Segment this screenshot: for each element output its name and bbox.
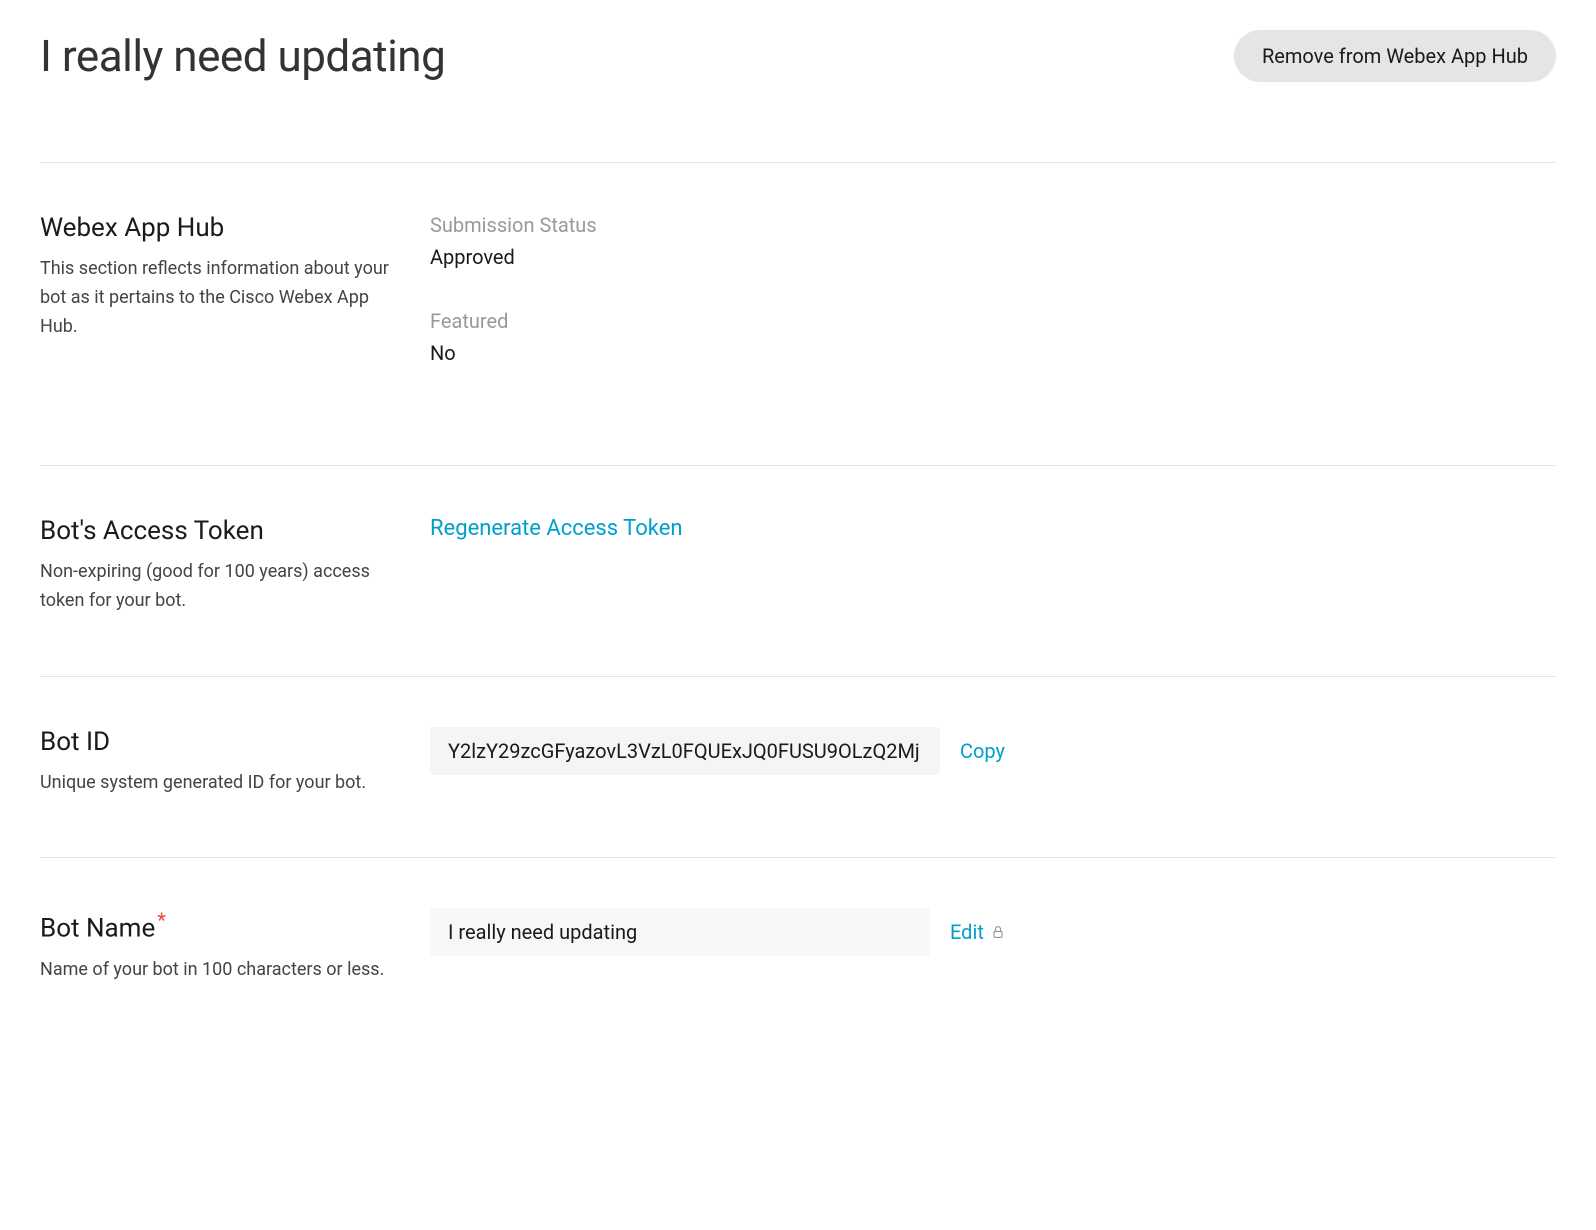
- section-right: I really need updating Edit: [430, 908, 1556, 984]
- bot-id-value: Y2lzY29zcGFyazovL3VzL0FQUExJQ0FUSU9OLzQ2…: [430, 727, 940, 775]
- featured-value: No: [430, 341, 1556, 365]
- section-desc-bot-name: Name of your bot in 100 characters or le…: [40, 956, 390, 985]
- section-bot-name: Bot Name* Name of your bot in 100 charac…: [40, 858, 1556, 1044]
- section-access-token: Bot's Access Token Non-expiring (good fo…: [40, 466, 1556, 676]
- page-title: I really need updating: [40, 30, 445, 82]
- section-left: Bot Name* Name of your bot in 100 charac…: [40, 908, 430, 984]
- section-left: Bot ID Unique system generated ID for yo…: [40, 727, 430, 798]
- section-right: Y2lzY29zcGFyazovL3VzL0FQUExJQ0FUSU9OLzQ2…: [430, 727, 1556, 798]
- page-header: I really need updating Remove from Webex…: [40, 30, 1556, 82]
- featured-label: Featured: [430, 309, 1556, 333]
- section-heading-access-token: Bot's Access Token: [40, 516, 390, 546]
- submission-status-label: Submission Status: [430, 213, 1556, 237]
- section-desc-access-token: Non-expiring (good for 100 years) access…: [40, 558, 390, 616]
- regenerate-access-token-link[interactable]: Regenerate Access Token: [430, 516, 683, 541]
- copy-bot-id-button[interactable]: Copy: [960, 739, 1005, 763]
- section-left: Webex App Hub This section reflects info…: [40, 213, 430, 405]
- edit-bot-name-button[interactable]: Edit: [950, 920, 1006, 944]
- remove-from-app-hub-button[interactable]: Remove from Webex App Hub: [1234, 30, 1556, 82]
- required-indicator: *: [157, 908, 166, 932]
- section-heading-bot-name: Bot Name*: [40, 908, 390, 944]
- section-desc-bot-id: Unique system generated ID for your bot.: [40, 769, 390, 798]
- submission-status-value: Approved: [430, 245, 1556, 269]
- section-heading-app-hub: Webex App Hub: [40, 213, 390, 243]
- lock-icon: [990, 924, 1006, 940]
- section-app-hub: Webex App Hub This section reflects info…: [40, 163, 1556, 465]
- edit-label: Edit: [950, 920, 984, 944]
- bot-name-heading-text: Bot Name: [40, 914, 155, 944]
- section-left: Bot's Access Token Non-expiring (good fo…: [40, 516, 430, 616]
- section-heading-bot-id: Bot ID: [40, 727, 390, 757]
- bot-name-value: I really need updating: [430, 908, 930, 956]
- section-right: Regenerate Access Token: [430, 516, 1556, 616]
- bot-id-row: Y2lzY29zcGFyazovL3VzL0FQUExJQ0FUSU9OLzQ2…: [430, 727, 1556, 775]
- section-right: Submission Status Approved Featured No: [430, 213, 1556, 405]
- bot-name-row: I really need updating Edit: [430, 908, 1556, 956]
- section-bot-id: Bot ID Unique system generated ID for yo…: [40, 677, 1556, 858]
- section-desc-app-hub: This section reflects information about …: [40, 255, 390, 341]
